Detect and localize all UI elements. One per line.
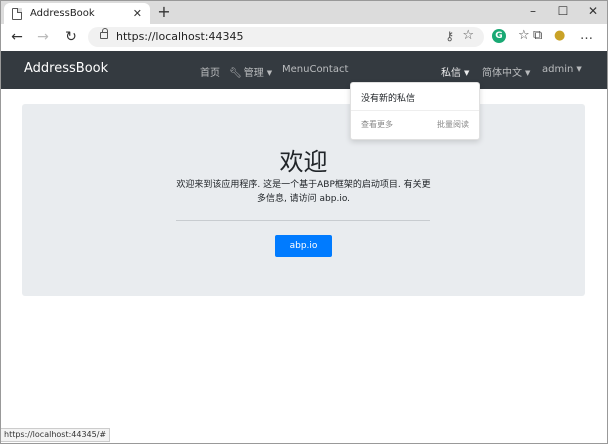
page-title: 欢迎 <box>279 148 328 176</box>
collections-icon[interactable]: ⧉ <box>533 27 542 45</box>
grammarly-icon[interactable]: G <box>492 29 506 43</box>
close-window-button[interactable]: ✕ <box>578 0 608 24</box>
close-icon[interactable]: ✕ <box>133 7 142 20</box>
browser-tab[interactable]: AddressBook ✕ <box>4 3 150 24</box>
messages-dropdown: 没有新的私信 查看更多 批量阅读 <box>350 82 480 140</box>
forward-icon[interactable]: → <box>34 28 52 46</box>
more-icon[interactable]: … <box>580 27 593 45</box>
caret-down-icon: ▼ <box>266 69 273 77</box>
nav-home[interactable]: 首页 <box>200 64 220 79</box>
key-icon[interactable]: ⚷ <box>445 29 454 43</box>
nav-admin[interactable]: 🔧︎ 管理 ▼ <box>229 64 272 79</box>
app-navbar: AddressBook 首页 🔧︎ 管理 ▼ MenuContact 私信 ▼ 简体中… <box>0 51 608 89</box>
refresh-icon[interactable]: ↻ <box>62 28 80 46</box>
lock-icon <box>100 28 108 39</box>
plus-icon[interactable]: + <box>156 3 172 21</box>
caret-down-icon: ▼ <box>576 65 582 73</box>
brand-link[interactable]: AddressBook <box>24 61 108 76</box>
welcome-text: 欢迎来到该应用程序. 这是一个基于ABP框架的启动项目. 有关更多信息, 请访问… <box>176 180 431 204</box>
nav-language[interactable]: 简体中文 ▼ <box>482 64 530 79</box>
divider <box>176 220 430 221</box>
window-controls: – ☐ ✕ <box>518 0 608 24</box>
back-icon[interactable]: ← <box>8 28 26 46</box>
see-more-link[interactable]: 查看更多 <box>361 119 393 130</box>
url-text[interactable]: https://localhost:44345 <box>116 30 244 43</box>
nav-user-label: admin <box>542 64 574 75</box>
minimize-button[interactable]: – <box>518 0 548 24</box>
nav-admin-label: 管理 <box>243 68 264 79</box>
welcome-jumbotron: 欢迎 欢迎来到该应用程序. 这是一个基于ABP框架的启动项目. 有关更多信息, … <box>22 104 585 296</box>
star-icon[interactable]: ☆ <box>462 28 474 43</box>
browser-address-bar: ← → ↻ https://localhost:44345 ⚷ ☆ <box>0 24 608 52</box>
nav-messages-label: 私信 <box>441 68 461 79</box>
nav-user[interactable]: admin ▼ <box>542 64 582 75</box>
caret-down-icon: ▼ <box>525 69 531 77</box>
url-input[interactable]: https://localhost:44345 ⚷ ☆ <box>88 27 484 47</box>
nav-menu-contact[interactable]: MenuContact <box>282 64 348 75</box>
abp-io-button[interactable]: abp.io <box>275 235 332 257</box>
tab-title: AddressBook <box>30 8 95 19</box>
no-messages-text: 没有新的私信 <box>361 94 416 104</box>
nav-messages[interactable]: 私信 ▼ <box>441 64 469 79</box>
nav-language-label: 简体中文 <box>482 68 522 79</box>
status-bar-url: https://localhost:44345/# <box>0 428 111 442</box>
dropdown-divider <box>351 110 479 111</box>
profile-icon[interactable]: ● <box>554 27 565 45</box>
favorites-icon[interactable]: ☆ <box>518 27 530 45</box>
caret-down-icon: ▼ <box>464 69 470 77</box>
maximize-button[interactable]: ☐ <box>548 0 578 24</box>
wrench-icon: 🔧︎ <box>229 68 242 79</box>
page-icon <box>12 7 22 20</box>
mark-all-read-link[interactable]: 批量阅读 <box>437 119 469 130</box>
browser-tab-bar: AddressBook ✕ + – ☐ ✕ <box>0 0 608 24</box>
